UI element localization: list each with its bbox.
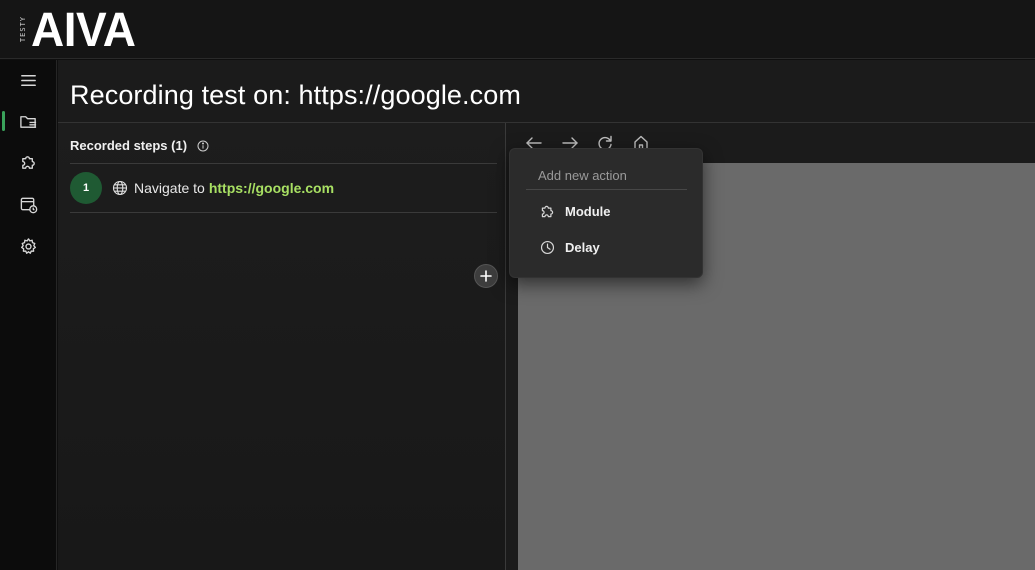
sidebar-item-tests[interactable] (0, 104, 57, 138)
plus-icon (480, 270, 492, 282)
step-row[interactable]: 1 Navigate to https://google.com (70, 172, 334, 204)
main-content: Recording test on: https://google.com Re… (58, 60, 1035, 570)
gear-icon (20, 237, 37, 254)
recorded-steps-panel: Recorded steps (1) 1 Navigate to https:/… (58, 123, 505, 570)
sidebar-menu-button[interactable] (0, 63, 57, 97)
sidebar-item-modules[interactable] (0, 145, 57, 179)
sidebar-item-schedules[interactable] (0, 187, 57, 221)
globe-icon (112, 180, 128, 196)
add-step-button[interactable] (474, 264, 498, 288)
sidebar (0, 60, 57, 570)
page-title: Recording test on: https://google.com (70, 80, 521, 110)
sidebar-item-settings[interactable] (0, 229, 57, 263)
steps-divider-bottom (70, 212, 497, 213)
step-number-badge: 1 (70, 172, 102, 204)
menu-item-delay[interactable]: Delay (539, 236, 600, 258)
calendar-clock-icon (20, 197, 38, 213)
puzzle-icon (541, 205, 554, 217)
menu-item-module[interactable]: Module (539, 200, 611, 222)
menu-item-module-label: Module (565, 203, 611, 219)
app-logo[interactable]: TESTY AIVA (19, 1, 136, 57)
step-action-label: Navigate to (134, 180, 205, 196)
add-action-menu: Add new action Module Delay (509, 148, 703, 278)
hamburger-icon (21, 74, 36, 86)
menu-item-delay-label: Delay (565, 239, 600, 255)
folder-list-icon (20, 115, 37, 128)
steps-header-label: Recorded steps (1) (70, 138, 188, 153)
clock-icon (540, 240, 555, 254)
logo-subtext: TESTY (19, 15, 27, 43)
puzzle-icon (22, 155, 35, 169)
logo-text: AIVA (31, 1, 136, 57)
steps-divider-top (70, 163, 497, 164)
info-icon[interactable] (197, 140, 209, 152)
menu-title: Add new action (538, 168, 627, 183)
steps-header: Recorded steps (1) (70, 138, 209, 153)
step-target-url: https://google.com (208, 180, 335, 196)
menu-divider (526, 189, 687, 190)
top-bar: TESTY AIVA (0, 0, 1035, 59)
